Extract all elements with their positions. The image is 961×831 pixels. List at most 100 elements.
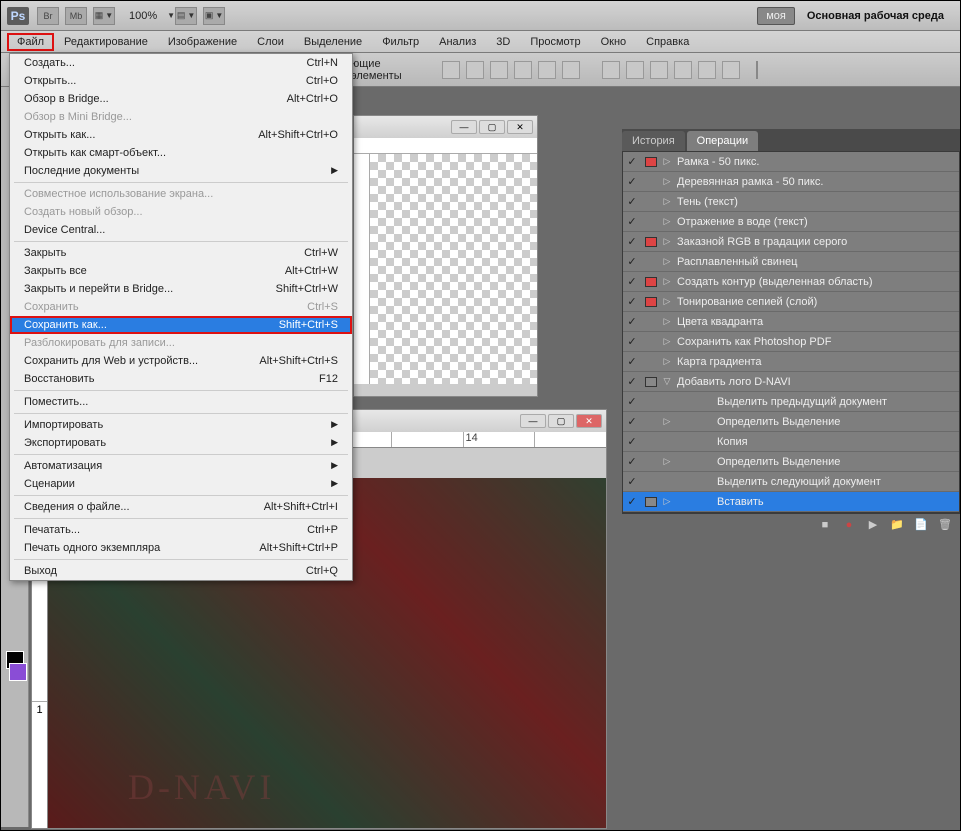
- minimize-icon[interactable]: —: [451, 120, 477, 134]
- distribute-icon[interactable]: [674, 61, 692, 79]
- tree-toggle-icon[interactable]: ▷: [661, 256, 673, 267]
- tree-toggle-icon[interactable]: ▷: [661, 196, 673, 207]
- canvas-transparent[interactable]: [370, 154, 537, 384]
- menu-item[interactable]: Открыть как смарт-объект...: [10, 144, 352, 162]
- window-titlebar[interactable]: — ▢ ✕: [354, 116, 537, 138]
- distribute-icon[interactable]: [698, 61, 716, 79]
- action-checkbox[interactable]: ✓: [623, 355, 641, 368]
- zoom-level[interactable]: 100%: [129, 10, 157, 22]
- action-row[interactable]: ✓▷Карта градиента: [623, 352, 959, 372]
- action-row[interactable]: ✓Выделить следующий документ: [623, 472, 959, 492]
- action-row[interactable]: ✓▷Расплавленный свинец: [623, 252, 959, 272]
- action-dialog-toggle[interactable]: [641, 297, 661, 307]
- action-checkbox[interactable]: ✓: [623, 295, 641, 308]
- tree-toggle-icon[interactable]: ▷: [661, 236, 673, 247]
- menu-3d[interactable]: 3D: [486, 33, 520, 51]
- action-checkbox[interactable]: ✓: [623, 195, 641, 208]
- menu-item[interactable]: ВыходCtrl+Q: [10, 562, 352, 580]
- minibridge-icon[interactable]: Mb: [65, 7, 87, 25]
- menu-help[interactable]: Справка: [636, 33, 699, 51]
- menu-item[interactable]: Сведения о файле...Alt+Shift+Ctrl+I: [10, 498, 352, 516]
- menu-filter[interactable]: Фильтр: [372, 33, 429, 51]
- action-checkbox[interactable]: ✓: [623, 435, 641, 448]
- menu-item[interactable]: Закрыть и перейти в Bridge...Shift+Ctrl+…: [10, 280, 352, 298]
- tree-toggle-icon[interactable]: ▷: [661, 456, 673, 467]
- tree-toggle-icon[interactable]: ▷: [661, 336, 673, 347]
- action-row[interactable]: ✓▷Отражение в воде (текст): [623, 212, 959, 232]
- tab-history[interactable]: История: [622, 131, 685, 151]
- menu-item[interactable]: Импортировать▶: [10, 416, 352, 434]
- menu-item[interactable]: Сохранить для Web и устройств...Alt+Shif…: [10, 352, 352, 370]
- menu-item[interactable]: Device Central...: [10, 221, 352, 239]
- tree-toggle-icon[interactable]: ▷: [661, 356, 673, 367]
- align-icon[interactable]: [466, 61, 484, 79]
- action-checkbox[interactable]: ✓: [623, 255, 641, 268]
- arrange-icon[interactable]: ▤▼: [175, 7, 197, 25]
- action-dialog-toggle[interactable]: [641, 277, 661, 287]
- action-checkbox[interactable]: ✓: [623, 495, 641, 508]
- action-row[interactable]: ✓Выделить предыдущий документ: [623, 392, 959, 412]
- maximize-icon[interactable]: ▢: [479, 120, 505, 134]
- action-checkbox[interactable]: ✓: [623, 455, 641, 468]
- menu-item[interactable]: Автоматизация▶: [10, 457, 352, 475]
- align-icon[interactable]: [538, 61, 556, 79]
- action-row[interactable]: ✓▷Тонирование сепией (слой): [623, 292, 959, 312]
- workspace-button[interactable]: моя: [757, 7, 795, 25]
- action-checkbox[interactable]: ✓: [623, 235, 641, 248]
- tree-toggle-icon[interactable]: ▷: [661, 216, 673, 227]
- menu-item[interactable]: Последние документы▶: [10, 162, 352, 180]
- new-set-icon[interactable]: 📁: [890, 518, 904, 532]
- actions-list[interactable]: ✓▷Рамка - 50 пикс.✓▷Деревянная рамка - 5…: [622, 151, 960, 513]
- menu-item[interactable]: Обзор в Bridge...Alt+Ctrl+O: [10, 90, 352, 108]
- tree-toggle-icon[interactable]: ▷: [661, 416, 673, 427]
- action-checkbox[interactable]: ✓: [623, 215, 641, 228]
- record-icon[interactable]: ●: [842, 518, 856, 532]
- trash-icon[interactable]: 🗑: [938, 518, 952, 532]
- menu-item[interactable]: Экспортировать▶: [10, 434, 352, 452]
- menu-item[interactable]: Закрыть всеAlt+Ctrl+W: [10, 262, 352, 280]
- distribute-icon[interactable]: [626, 61, 644, 79]
- tree-toggle-icon[interactable]: ▷: [661, 316, 673, 327]
- menu-item[interactable]: Открыть как...Alt+Shift+Ctrl+O: [10, 126, 352, 144]
- tree-toggle-icon[interactable]: ▷: [661, 496, 673, 507]
- action-dialog-toggle[interactable]: [641, 377, 661, 387]
- align-icon[interactable]: [490, 61, 508, 79]
- document-window-1[interactable]: — ▢ ✕: [353, 115, 538, 397]
- tab-actions[interactable]: Операции: [687, 131, 758, 151]
- distribute-icon[interactable]: [722, 61, 740, 79]
- menu-layers[interactable]: Слои: [247, 33, 294, 51]
- menu-item[interactable]: Создать...Ctrl+N: [10, 54, 352, 72]
- menu-item[interactable]: Сохранить как...Shift+Ctrl+S: [10, 316, 352, 334]
- action-dialog-toggle[interactable]: [641, 157, 661, 167]
- menu-item[interactable]: Поместить...: [10, 393, 352, 411]
- menu-item[interactable]: Сценарии▶: [10, 475, 352, 493]
- screen-mode-icon[interactable]: ▦▼: [93, 7, 115, 25]
- tree-toggle-icon[interactable]: ▷: [661, 276, 673, 287]
- tree-toggle-icon[interactable]: ▽: [661, 376, 673, 387]
- action-checkbox[interactable]: ✓: [623, 375, 641, 388]
- action-dialog-toggle[interactable]: [641, 497, 661, 507]
- menu-window[interactable]: Окно: [591, 33, 637, 51]
- bridge-icon[interactable]: Br: [37, 7, 59, 25]
- menu-view[interactable]: Просмотр: [520, 33, 590, 51]
- action-checkbox[interactable]: ✓: [623, 155, 641, 168]
- stop-icon[interactable]: ■: [818, 518, 832, 532]
- menu-item[interactable]: Печать одного экземпляраAlt+Shift+Ctrl+P: [10, 539, 352, 557]
- close-icon[interactable]: ✕: [507, 120, 533, 134]
- align-icon[interactable]: [514, 61, 532, 79]
- distribute-icon[interactable]: [602, 61, 620, 79]
- action-checkbox[interactable]: ✓: [623, 315, 641, 328]
- menu-item[interactable]: ЗакрытьCtrl+W: [10, 244, 352, 262]
- workspace-label[interactable]: Основная рабочая среда: [807, 10, 944, 22]
- menu-item[interactable]: Печатать...Ctrl+P: [10, 521, 352, 539]
- auto-align-icon[interactable]: [756, 61, 758, 79]
- play-icon[interactable]: ▶: [866, 518, 880, 532]
- action-dialog-toggle[interactable]: [641, 237, 661, 247]
- tree-toggle-icon[interactable]: ▷: [661, 176, 673, 187]
- maximize-icon[interactable]: ▢: [548, 414, 574, 428]
- background-color[interactable]: [9, 663, 27, 681]
- action-checkbox[interactable]: ✓: [623, 335, 641, 348]
- menu-item[interactable]: Открыть...Ctrl+O: [10, 72, 352, 90]
- menu-file[interactable]: Файл: [7, 33, 54, 51]
- action-row[interactable]: ✓▷Тень (текст): [623, 192, 959, 212]
